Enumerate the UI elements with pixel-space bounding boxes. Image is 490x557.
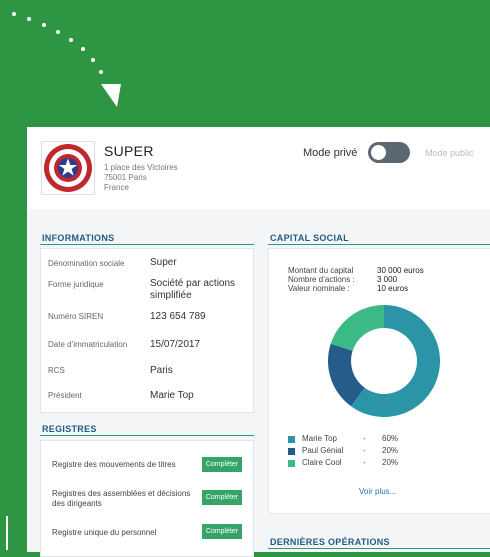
address-line: 75001 Paris — [104, 173, 147, 182]
registre-label: Registre unique du personnel — [52, 528, 157, 537]
complete-button[interactable]: Compléter — [202, 490, 242, 505]
legend-percent: 20% — [382, 458, 399, 467]
section-divider — [268, 548, 490, 549]
shareholder-donut-chart — [328, 305, 440, 417]
mode-private-label: Mode privé — [303, 147, 358, 159]
info-value: Société par actions simplifiée — [150, 278, 236, 301]
registres-title: REGISTRES — [42, 424, 97, 434]
registre-label: Registres des assemblées et décisions de… — [52, 489, 191, 508]
registre-label: Registre des mouvements de titres — [52, 460, 176, 469]
mode-public-label: Mode public — [425, 148, 474, 158]
legend-swatch — [288, 460, 295, 467]
company-header: SUPER 1 place des Victoires 75001 Paris … — [27, 127, 490, 209]
info-label: RCS — [48, 366, 65, 375]
capital-label: Valeur nominale : — [288, 284, 350, 293]
section-divider — [40, 244, 254, 245]
capital-card: Montant du capital 30 000 euros Nombre d… — [268, 248, 490, 514]
info-label: Dénomination sociale — [48, 259, 125, 268]
capital-value: 10 euros — [377, 284, 409, 293]
capital-value: 30 000 euros — [377, 266, 424, 275]
dashboard-panel: SUPER 1 place des Victoires 75001 Paris … — [27, 127, 490, 557]
section-divider — [268, 244, 490, 245]
info-value: 123 654 789 — [150, 311, 206, 322]
donut-slice — [330, 305, 384, 351]
info-value: Marie Top — [150, 390, 194, 401]
white-line — [6, 516, 8, 550]
info-label: Date d’immatriculation — [48, 340, 128, 349]
voir-plus-link[interactable]: Voir plus... — [359, 487, 396, 496]
info-label: Forme juridique — [48, 280, 104, 289]
info-label: Numéro SIREN — [48, 312, 104, 321]
legend-percent: 60% — [382, 434, 399, 443]
capital-title: CAPITAL SOCIAL — [270, 233, 349, 243]
info-value: 15/07/2017 — [150, 339, 201, 350]
dotted-arrow-icon — [12, 12, 121, 107]
legend-name: Marie Top — [302, 434, 337, 443]
info-value: Super — [150, 257, 177, 268]
legend-dash: - — [363, 458, 366, 467]
legend-dash: - — [363, 446, 366, 455]
legend-swatch — [288, 448, 295, 455]
complete-button[interactable]: Compléter — [202, 457, 242, 472]
company-name: SUPER — [104, 143, 154, 159]
address-line: France — [104, 183, 129, 192]
legend-dash: - — [363, 434, 366, 443]
legend-swatch — [288, 436, 295, 443]
capital-value: 3 000 — [377, 275, 398, 284]
legend-percent: 20% — [382, 446, 399, 455]
mode-toggle[interactable] — [368, 142, 410, 163]
capital-label: Montant du capital — [288, 266, 354, 275]
legend-name: Claire Cool — [302, 458, 342, 467]
company-logo-icon — [41, 141, 95, 195]
capital-label: Nombre d’actions : — [288, 275, 355, 284]
section-divider — [40, 435, 254, 436]
info-label: Président — [48, 391, 82, 400]
operations-title: DERNIÈRES OPÉRATIONS — [270, 537, 390, 547]
complete-button[interactable]: Compléter — [202, 524, 242, 539]
informations-title: INFORMATIONS — [42, 233, 115, 243]
address-line: 1 place des Victoires — [104, 163, 178, 172]
informations-card: Dénomination sociale Super Forme juridiq… — [40, 248, 254, 413]
registres-card: Registre des mouvements de titres Complé… — [40, 440, 254, 557]
toggle-knob — [371, 145, 386, 160]
legend-name: Paul Génial — [302, 446, 344, 455]
info-value: Paris — [150, 365, 173, 376]
